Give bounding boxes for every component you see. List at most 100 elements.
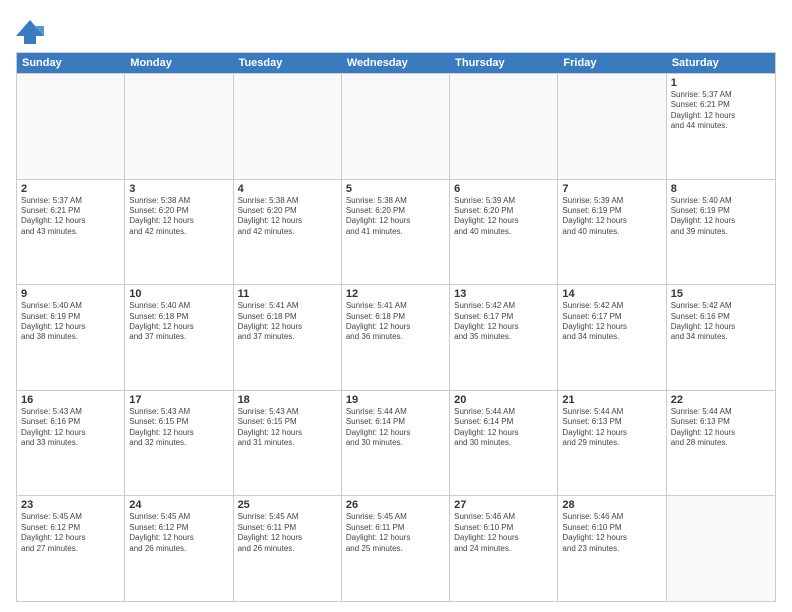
day-info: Sunrise: 5:40 AM Sunset: 6:19 PM Dayligh… [671,196,771,238]
day-info: Sunrise: 5:44 AM Sunset: 6:14 PM Dayligh… [346,407,445,449]
day-cell-9: 9Sunrise: 5:40 AM Sunset: 6:19 PM Daylig… [17,285,125,390]
day-info: Sunrise: 5:43 AM Sunset: 6:15 PM Dayligh… [129,407,228,449]
weekday-header-sunday: Sunday [17,53,125,73]
day-info: Sunrise: 5:42 AM Sunset: 6:16 PM Dayligh… [671,301,771,343]
day-info: Sunrise: 5:37 AM Sunset: 6:21 PM Dayligh… [671,90,771,132]
day-number: 5 [346,183,445,195]
day-info: Sunrise: 5:40 AM Sunset: 6:18 PM Dayligh… [129,301,228,343]
weekday-header-saturday: Saturday [667,53,775,73]
weekday-header-monday: Monday [125,53,233,73]
logo-icon [16,16,44,44]
day-number: 14 [562,288,661,300]
day-number: 24 [129,499,228,511]
day-number: 19 [346,394,445,406]
day-cell-26: 26Sunrise: 5:45 AM Sunset: 6:11 PM Dayli… [342,496,450,601]
empty-cell-4-6 [667,496,775,601]
calendar-body: 1Sunrise: 5:37 AM Sunset: 6:21 PM Daylig… [17,73,775,601]
day-info: Sunrise: 5:41 AM Sunset: 6:18 PM Dayligh… [238,301,337,343]
day-number: 9 [21,288,120,300]
day-cell-25: 25Sunrise: 5:45 AM Sunset: 6:11 PM Dayli… [234,496,342,601]
day-info: Sunrise: 5:45 AM Sunset: 6:12 PM Dayligh… [129,512,228,554]
logo [16,16,48,44]
day-cell-22: 22Sunrise: 5:44 AM Sunset: 6:13 PM Dayli… [667,391,775,496]
day-number: 26 [346,499,445,511]
day-cell-3: 3Sunrise: 5:38 AM Sunset: 6:20 PM Daylig… [125,180,233,285]
day-cell-20: 20Sunrise: 5:44 AM Sunset: 6:14 PM Dayli… [450,391,558,496]
day-number: 27 [454,499,553,511]
weekday-header-thursday: Thursday [450,53,558,73]
day-cell-16: 16Sunrise: 5:43 AM Sunset: 6:16 PM Dayli… [17,391,125,496]
empty-cell-0-1 [125,74,233,179]
day-info: Sunrise: 5:40 AM Sunset: 6:19 PM Dayligh… [21,301,120,343]
day-info: Sunrise: 5:45 AM Sunset: 6:11 PM Dayligh… [238,512,337,554]
day-number: 17 [129,394,228,406]
day-info: Sunrise: 5:38 AM Sunset: 6:20 PM Dayligh… [346,196,445,238]
day-cell-1: 1Sunrise: 5:37 AM Sunset: 6:21 PM Daylig… [667,74,775,179]
day-cell-14: 14Sunrise: 5:42 AM Sunset: 6:17 PM Dayli… [558,285,666,390]
day-number: 16 [21,394,120,406]
empty-cell-0-5 [558,74,666,179]
day-cell-28: 28Sunrise: 5:46 AM Sunset: 6:10 PM Dayli… [558,496,666,601]
empty-cell-0-4 [450,74,558,179]
day-number: 13 [454,288,553,300]
day-info: Sunrise: 5:43 AM Sunset: 6:15 PM Dayligh… [238,407,337,449]
day-number: 25 [238,499,337,511]
day-info: Sunrise: 5:41 AM Sunset: 6:18 PM Dayligh… [346,301,445,343]
day-cell-27: 27Sunrise: 5:46 AM Sunset: 6:10 PM Dayli… [450,496,558,601]
day-number: 11 [238,288,337,300]
day-info: Sunrise: 5:42 AM Sunset: 6:17 PM Dayligh… [454,301,553,343]
day-cell-24: 24Sunrise: 5:45 AM Sunset: 6:12 PM Dayli… [125,496,233,601]
calendar-header: SundayMondayTuesdayWednesdayThursdayFrid… [17,53,775,73]
day-info: Sunrise: 5:44 AM Sunset: 6:13 PM Dayligh… [562,407,661,449]
day-info: Sunrise: 5:44 AM Sunset: 6:14 PM Dayligh… [454,407,553,449]
day-cell-23: 23Sunrise: 5:45 AM Sunset: 6:12 PM Dayli… [17,496,125,601]
day-number: 23 [21,499,120,511]
day-cell-18: 18Sunrise: 5:43 AM Sunset: 6:15 PM Dayli… [234,391,342,496]
weekday-header-tuesday: Tuesday [234,53,342,73]
day-cell-10: 10Sunrise: 5:40 AM Sunset: 6:18 PM Dayli… [125,285,233,390]
day-number: 22 [671,394,771,406]
day-cell-12: 12Sunrise: 5:41 AM Sunset: 6:18 PM Dayli… [342,285,450,390]
day-number: 4 [238,183,337,195]
empty-cell-0-2 [234,74,342,179]
day-number: 2 [21,183,120,195]
day-cell-5: 5Sunrise: 5:38 AM Sunset: 6:20 PM Daylig… [342,180,450,285]
day-info: Sunrise: 5:37 AM Sunset: 6:21 PM Dayligh… [21,196,120,238]
day-cell-4: 4Sunrise: 5:38 AM Sunset: 6:20 PM Daylig… [234,180,342,285]
day-number: 28 [562,499,661,511]
day-number: 21 [562,394,661,406]
empty-cell-0-3 [342,74,450,179]
day-number: 18 [238,394,337,406]
day-info: Sunrise: 5:38 AM Sunset: 6:20 PM Dayligh… [129,196,228,238]
day-info: Sunrise: 5:45 AM Sunset: 6:11 PM Dayligh… [346,512,445,554]
calendar-row-2: 2Sunrise: 5:37 AM Sunset: 6:21 PM Daylig… [17,179,775,285]
day-cell-7: 7Sunrise: 5:39 AM Sunset: 6:19 PM Daylig… [558,180,666,285]
calendar-row-3: 9Sunrise: 5:40 AM Sunset: 6:19 PM Daylig… [17,284,775,390]
day-info: Sunrise: 5:45 AM Sunset: 6:12 PM Dayligh… [21,512,120,554]
day-number: 6 [454,183,553,195]
day-cell-6: 6Sunrise: 5:39 AM Sunset: 6:20 PM Daylig… [450,180,558,285]
day-info: Sunrise: 5:46 AM Sunset: 6:10 PM Dayligh… [454,512,553,554]
day-cell-11: 11Sunrise: 5:41 AM Sunset: 6:18 PM Dayli… [234,285,342,390]
day-cell-17: 17Sunrise: 5:43 AM Sunset: 6:15 PM Dayli… [125,391,233,496]
calendar-row-4: 16Sunrise: 5:43 AM Sunset: 6:16 PM Dayli… [17,390,775,496]
day-info: Sunrise: 5:43 AM Sunset: 6:16 PM Dayligh… [21,407,120,449]
day-number: 12 [346,288,445,300]
day-cell-13: 13Sunrise: 5:42 AM Sunset: 6:17 PM Dayli… [450,285,558,390]
day-number: 3 [129,183,228,195]
day-number: 10 [129,288,228,300]
calendar: SundayMondayTuesdayWednesdayThursdayFrid… [16,52,776,602]
day-number: 7 [562,183,661,195]
day-info: Sunrise: 5:39 AM Sunset: 6:20 PM Dayligh… [454,196,553,238]
day-number: 1 [671,77,771,89]
day-cell-2: 2Sunrise: 5:37 AM Sunset: 6:21 PM Daylig… [17,180,125,285]
day-info: Sunrise: 5:42 AM Sunset: 6:17 PM Dayligh… [562,301,661,343]
weekday-header-friday: Friday [558,53,666,73]
day-info: Sunrise: 5:44 AM Sunset: 6:13 PM Dayligh… [671,407,771,449]
weekday-header-wednesday: Wednesday [342,53,450,73]
day-number: 8 [671,183,771,195]
day-cell-19: 19Sunrise: 5:44 AM Sunset: 6:14 PM Dayli… [342,391,450,496]
day-cell-15: 15Sunrise: 5:42 AM Sunset: 6:16 PM Dayli… [667,285,775,390]
day-cell-8: 8Sunrise: 5:40 AM Sunset: 6:19 PM Daylig… [667,180,775,285]
day-number: 20 [454,394,553,406]
